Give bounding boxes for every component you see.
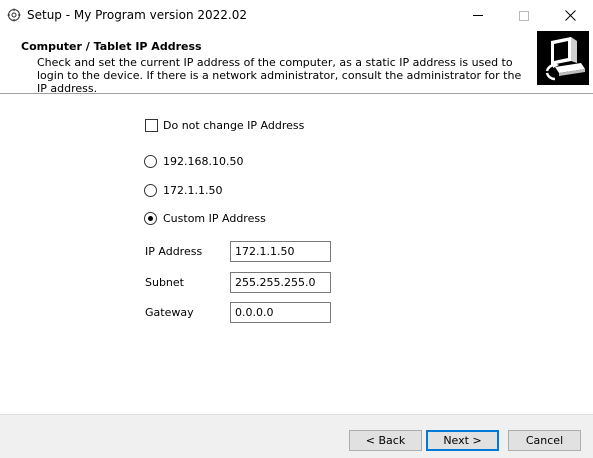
radio-custom-ip-label[interactable]: Custom IP Address <box>163 212 266 225</box>
do-not-change-ip-label[interactable]: Do not change IP Address <box>163 119 304 132</box>
cancel-button[interactable]: Cancel <box>508 430 581 451</box>
next-button[interactable]: Next > <box>426 430 499 451</box>
radio-192-168-10-50[interactable] <box>144 155 157 168</box>
header-separator <box>0 93 593 94</box>
do-not-change-ip-checkbox[interactable] <box>145 119 158 132</box>
ip-address-label: IP Address <box>145 245 203 258</box>
computer-setup-icon <box>537 31 589 85</box>
maximize-button[interactable] <box>501 0 547 31</box>
radio-172-1-1-50-label[interactable]: 172.1.1.50 <box>163 184 222 197</box>
page-description: Check and set the current IP address of … <box>37 56 522 95</box>
title-bar: Setup - My Program version 2022.02 <box>0 0 593 31</box>
back-button[interactable]: < Back <box>349 430 422 451</box>
window-title: Setup - My Program version 2022.02 <box>27 8 247 22</box>
setup-app-icon <box>7 8 21 22</box>
gateway-input[interactable] <box>230 302 331 323</box>
wizard-footer: < Back Next > Cancel <box>0 414 593 458</box>
subnet-input[interactable] <box>230 272 331 293</box>
radio-172-1-1-50[interactable] <box>144 184 157 197</box>
gateway-label: Gateway <box>145 306 194 319</box>
close-button[interactable] <box>547 0 593 31</box>
radio-192-168-10-50-label[interactable]: 192.168.10.50 <box>163 155 243 168</box>
radio-selected-dot <box>148 216 153 221</box>
minimize-button[interactable] <box>455 0 501 31</box>
page-title: Computer / Tablet IP Address <box>21 40 202 53</box>
ip-address-input[interactable] <box>230 241 331 262</box>
minimize-icon <box>473 15 483 16</box>
maximize-icon <box>519 10 529 21</box>
subnet-label: Subnet <box>145 276 184 289</box>
radio-custom-ip[interactable] <box>144 212 157 225</box>
close-icon <box>564 10 576 21</box>
wizard-header: Computer / Tablet IP Address Check and s… <box>0 31 593 95</box>
